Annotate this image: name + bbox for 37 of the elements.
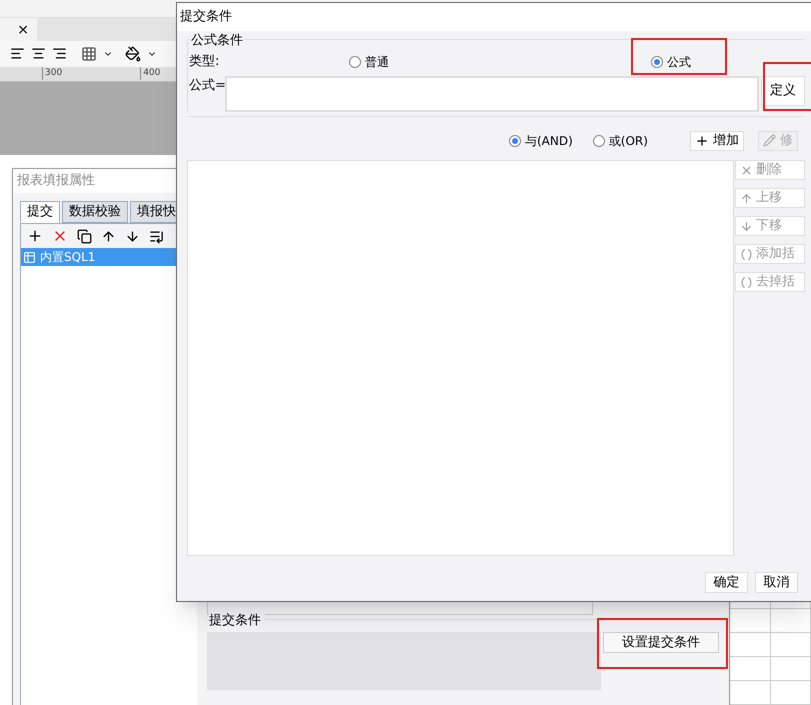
radio-button[interactable]: [592, 134, 605, 146]
radio-label: 或(OR): [608, 132, 648, 150]
radio-label: 与(AND): [525, 132, 573, 150]
window-title: 报表填报属性: [17, 172, 95, 190]
tab[interactable]: 提交: [20, 201, 60, 223]
radio-button[interactable]: [651, 56, 663, 68]
parentheses-icon: [740, 248, 753, 260]
down-arrow-icon: [740, 220, 753, 232]
delete-icon: [740, 164, 753, 176]
border-icon[interactable]: [81, 46, 97, 62]
align-center-icon[interactable]: [31, 46, 46, 62]
plus-icon: [694, 134, 709, 148]
radio-button[interactable]: [349, 56, 361, 68]
move-bottom-icon[interactable]: [149, 228, 164, 244]
table-icon: [23, 250, 36, 264]
spreadsheet-cell: [770, 633, 811, 657]
spreadsheet-cell: [770, 609, 811, 633]
formula-field[interactable]: [225, 76, 759, 112]
paint-bucket-icon[interactable]: [125, 46, 141, 62]
align-right-icon[interactable]: [52, 46, 67, 62]
dialog-button[interactable]: 取消: [755, 572, 798, 593]
down-arrow-icon[interactable]: [125, 228, 140, 244]
add-icon[interactable]: [27, 228, 43, 244]
highlight-frame: [763, 62, 811, 111]
add-button[interactable]: 增加: [690, 130, 744, 150]
dialog-title: 提交条件: [180, 8, 232, 26]
spreadsheet-cell: [770, 657, 811, 681]
define-button[interactable]: 定义: [761, 76, 805, 106]
dialog-button[interactable]: 确定: [705, 572, 748, 593]
edit-icon: [762, 134, 776, 147]
up-arrow-icon: [740, 192, 753, 204]
align-left-icon[interactable]: [10, 46, 25, 62]
radio-button[interactable]: [509, 134, 521, 146]
set-condition-button[interactable]: 设置提交条件: [603, 632, 719, 653]
copy-icon[interactable]: [77, 228, 92, 244]
spreadsheet-cell: [770, 681, 811, 705]
tab[interactable]: 数据校验: [62, 201, 128, 223]
